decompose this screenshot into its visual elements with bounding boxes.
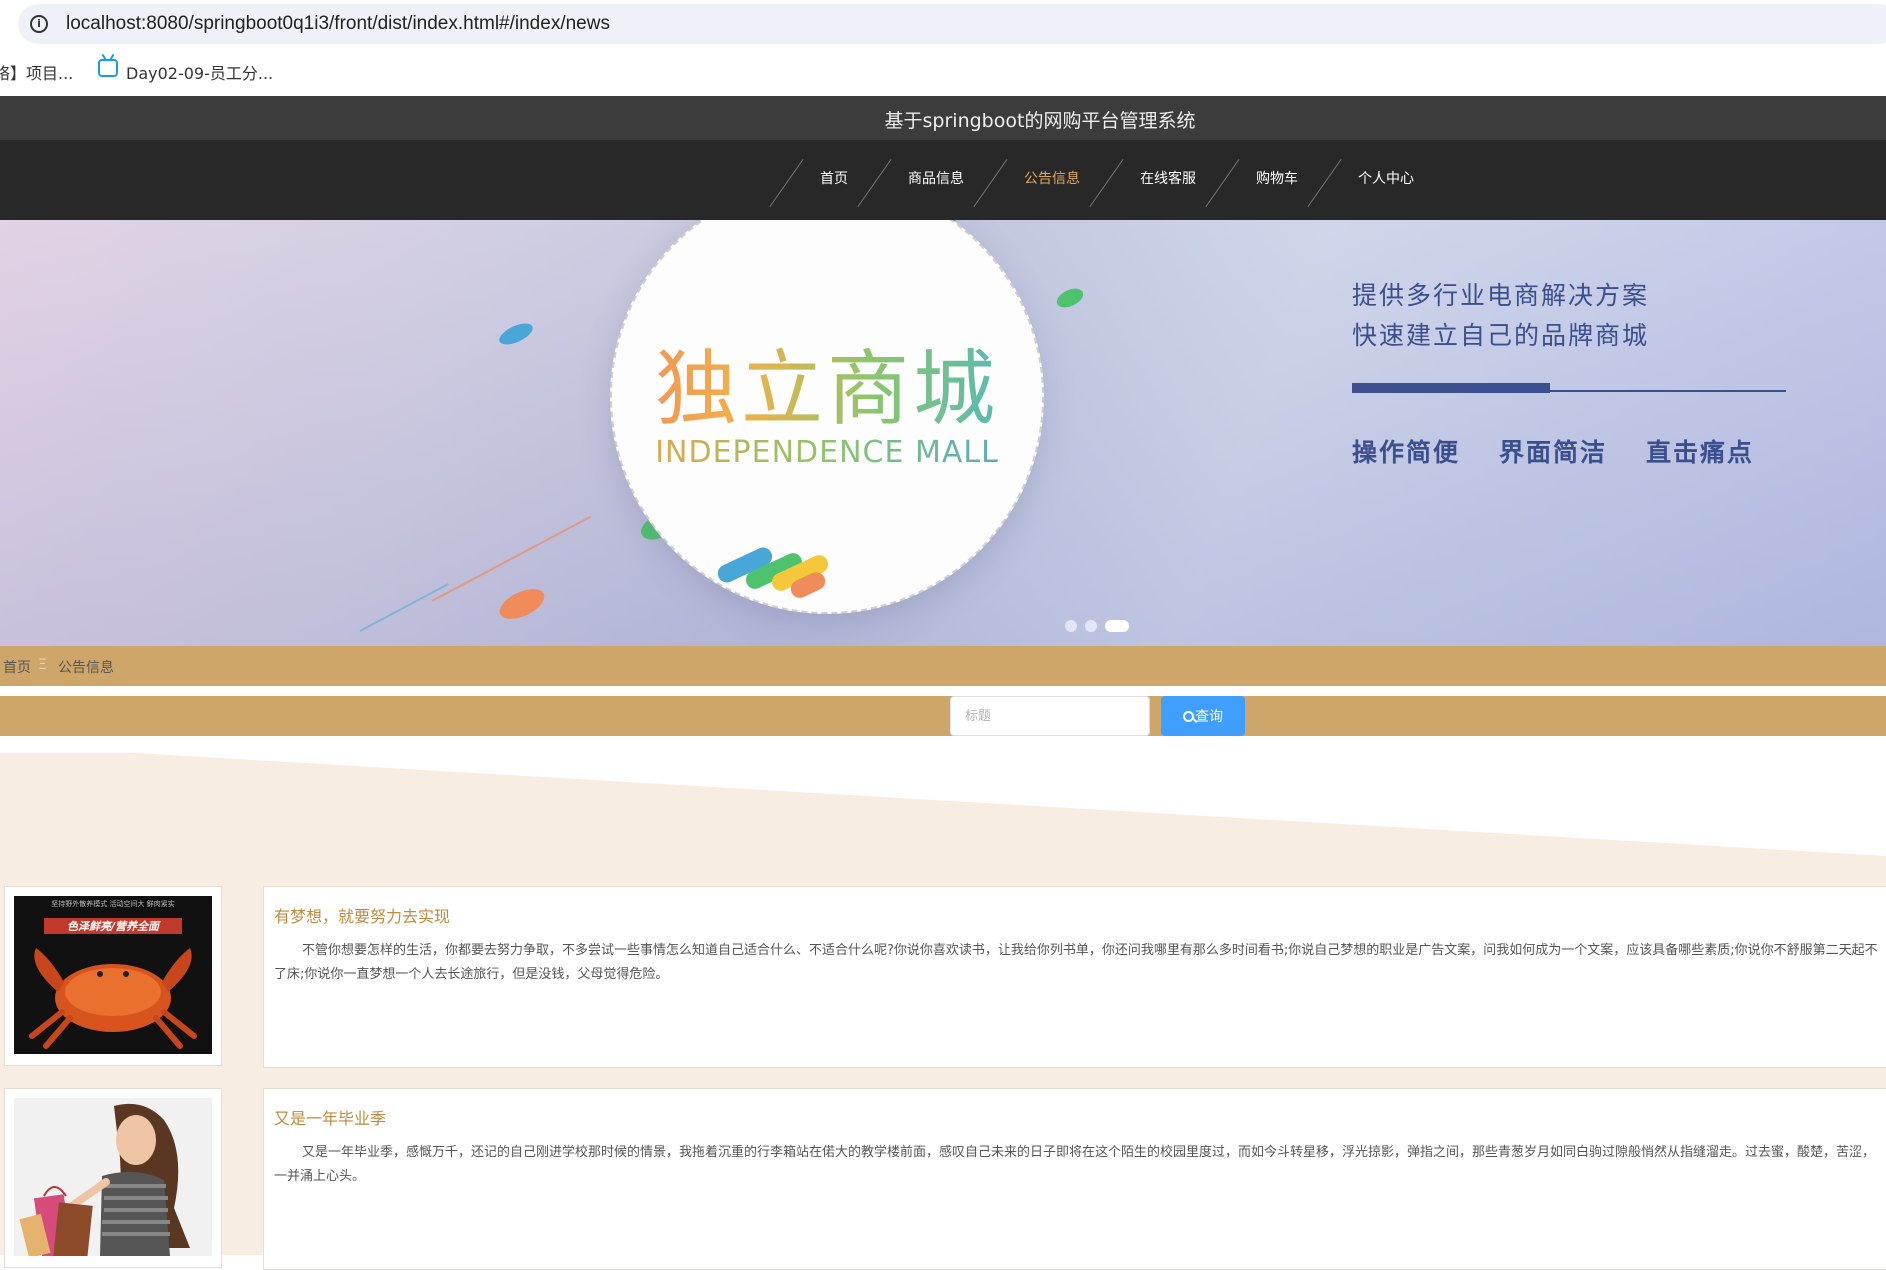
- crab-image-caption: 色泽鲜亮/营养全面: [67, 920, 161, 933]
- mall-logo-en: INDEPENDENCE MALL: [612, 435, 1042, 470]
- carousel-dot-1[interactable]: [1065, 620, 1077, 632]
- banner-slogan-line2: 快速建立自己的品牌商城: [1352, 321, 1650, 350]
- nav-divider: [1307, 158, 1342, 208]
- nav-divider: [769, 158, 804, 208]
- bilibili-icon: [98, 59, 118, 77]
- news-card[interactable]: 有梦想，就要努力去实现 不管你想要怎样的生活，你都要去努力争取，不多尝试一些事情…: [263, 886, 1886, 1068]
- search-button-label: 查询: [1195, 709, 1223, 725]
- search-bar: 查询: [0, 696, 1886, 736]
- url-text[interactable]: localhost:8080/springboot0q1i3/front/dis…: [66, 13, 610, 35]
- bookmarks-bar: 络】项目... Day02-09-员工分...: [0, 48, 1886, 92]
- breadcrumb-separator: Ξ: [38, 657, 47, 673]
- banner-carousel[interactable]: 独立商城 INDEPENDENCE MALL 提供多行业电商解决方案 快速建立自…: [0, 220, 1886, 646]
- crab-image-top-text: 坚持野外散养模式 活动空间大 鲜肉紧实: [51, 899, 174, 908]
- carousel-dot-2[interactable]: [1085, 620, 1097, 632]
- search-icon: [1183, 711, 1194, 722]
- search-button[interactable]: 查询: [1161, 696, 1245, 736]
- banner-feature-2: 界面简洁: [1499, 438, 1608, 467]
- nav-divider: [1089, 158, 1124, 208]
- banner-slogan-line1: 提供多行业电商解决方案: [1352, 281, 1650, 310]
- news-description: 又是一年毕业季，感慨万千，还记的自己刚进学校那时候的情景，我拖着沉重的行李箱站在…: [274, 1145, 1876, 1184]
- site-title: 基于springboot的网购平台管理系统: [884, 110, 1196, 132]
- search-input[interactable]: [950, 696, 1150, 736]
- news-image-frame[interactable]: [4, 1088, 222, 1268]
- banner-accent-bar: [1352, 383, 1550, 393]
- carousel-dot-3[interactable]: [1105, 620, 1129, 632]
- breadcrumb-current: 公告信息: [58, 660, 114, 676]
- news-image-crab[interactable]: 坚持野外散养模式 活动空间大 鲜肉紧实 色泽鲜亮/营养全面: [14, 896, 212, 1054]
- news-image-shopping-woman[interactable]: [14, 1098, 212, 1256]
- breadcrumb: 首页 Ξ 公告信息: [0, 646, 1886, 686]
- bookmark-project[interactable]: 络】项目...: [0, 60, 73, 84]
- breadcrumb-home[interactable]: 首页: [3, 657, 31, 677]
- nav-divider: [973, 158, 1008, 208]
- nav-item-home[interactable]: 首页: [820, 168, 848, 188]
- nav-divider: [857, 158, 892, 208]
- banner-accent-line: [1550, 390, 1786, 392]
- news-title[interactable]: 有梦想，就要努力去实现: [274, 903, 450, 927]
- nav-item-products[interactable]: 商品信息: [908, 168, 964, 188]
- nav-item-cart[interactable]: 购物车: [1256, 168, 1298, 188]
- nav-item-profile[interactable]: 个人中心: [1358, 168, 1414, 188]
- main-nav: 首页 商品信息 公告信息 在线客服 购物车 个人中心: [0, 140, 1886, 220]
- site-title-bar: 基于springboot的网购平台管理系统: [0, 96, 1886, 140]
- browser-address-bar: i localhost:8080/springboot0q1i3/front/d…: [0, 0, 1886, 48]
- news-description: 不管你想要怎样的生活，你都要去努力争取，不多尝试一些事情怎么知道自己适合什么、不…: [274, 943, 1878, 982]
- nav-item-customer-service[interactable]: 在线客服: [1140, 168, 1196, 188]
- news-image-frame[interactable]: 坚持野外散养模式 活动空间大 鲜肉紧实 色泽鲜亮/营养全面: [4, 886, 222, 1066]
- mall-logo-cn: 独立商城: [612, 322, 1042, 441]
- news-card[interactable]: 又是一年毕业季 又是一年毕业季，感慨万千，还记的自己刚进学校那时候的情景，我拖着…: [263, 1088, 1886, 1270]
- nav-item-announcements[interactable]: 公告信息: [1024, 168, 1080, 188]
- url-box[interactable]: i localhost:8080/springboot0q1i3/front/d…: [18, 4, 1886, 44]
- site-info-icon[interactable]: i: [30, 15, 48, 33]
- bookmark-day02[interactable]: Day02-09-员工分...: [126, 60, 273, 84]
- banner-feature-3: 直击痛点: [1646, 438, 1755, 467]
- news-title[interactable]: 又是一年毕业季: [274, 1105, 386, 1129]
- nav-divider: [1205, 158, 1240, 208]
- banner-feature-1: 操作简便: [1352, 438, 1461, 467]
